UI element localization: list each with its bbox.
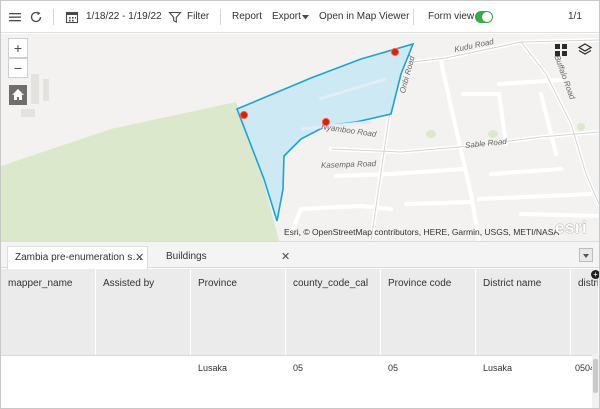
row-divider <box>1 355 599 356</box>
menu-icon[interactable] <box>7 9 23 25</box>
tab-label: Zambia pre-enumeration s… <box>15 252 143 263</box>
table-cell: 05 <box>388 363 399 373</box>
table-cell: Lusaka <box>198 363 228 373</box>
calendar-icon[interactable] <box>64 9 80 25</box>
open-in-map-viewer-button[interactable]: Open in Map Viewer <box>319 1 409 33</box>
add-column-icon[interactable]: + <box>591 270 599 279</box>
basemap-gallery-button[interactable] <box>551 40 571 60</box>
close-icon[interactable]: ✕ <box>135 247 144 269</box>
column-header[interactable]: county_code_cal <box>286 269 381 355</box>
survey-point[interactable] <box>239 110 249 120</box>
form-view-label: Form view <box>428 11 475 22</box>
report-button[interactable]: Report <box>232 1 262 33</box>
point-layer <box>239 47 400 127</box>
survey-point[interactable] <box>321 117 331 127</box>
tab-bar: Zambia pre-enumeration s… ✕ Buildings ✕ <box>1 241 599 269</box>
vertical-scrollbar[interactable] <box>592 355 599 408</box>
layers-icon <box>577 43 593 55</box>
tab-buildings[interactable]: Buildings ✕ <box>159 246 293 269</box>
toolbar: 1/18/22 - 1/19/22 Filter Report Export O… <box>1 1 599 33</box>
column-header[interactable]: distri <box>571 269 599 355</box>
tab-zambia-pre-enumeration[interactable]: Zambia pre-enumeration s… ✕ <box>7 246 148 269</box>
table-cell: Lusaka <box>483 363 513 373</box>
date-range[interactable]: 1/18/22 - 1/19/22 <box>86 1 162 33</box>
filter-icon[interactable] <box>167 9 183 25</box>
close-icon[interactable]: ✕ <box>281 246 290 268</box>
attribute-table: mapper_name Assisted by Province county_… <box>1 269 599 408</box>
export-button[interactable]: Export <box>272 1 301 33</box>
app-frame: 1/18/22 - 1/19/22 Filter Report Export O… <box>0 0 600 409</box>
chevron-down-icon <box>302 15 309 20</box>
toolbar-separator <box>413 9 414 25</box>
column-header[interactable]: mapper_name <box>1 269 96 355</box>
zoom-out-button[interactable]: − <box>8 58 28 78</box>
zoom-in-button[interactable]: + <box>8 38 28 58</box>
layer-list-button[interactable] <box>575 40 595 60</box>
grid-icon <box>555 44 567 56</box>
home-icon <box>12 89 24 100</box>
form-view-toggle[interactable] <box>475 11 493 23</box>
map-view[interactable]: Kudu Road Buffalo Road Sable Road Kasemp… <box>1 34 599 241</box>
toolbar-separator <box>220 9 221 25</box>
column-header[interactable]: Province code <box>381 269 476 355</box>
column-header[interactable]: Assisted by <box>96 269 191 355</box>
tab-label: Buildings <box>166 251 207 262</box>
survey-point[interactable] <box>390 47 400 57</box>
home-button[interactable] <box>9 85 27 105</box>
record-count: 1/1 <box>568 11 582 22</box>
toolbar-separator <box>53 9 54 25</box>
filter-button[interactable]: Filter <box>187 1 209 33</box>
table-cell: 05 <box>293 363 304 373</box>
refresh-icon[interactable] <box>28 9 44 25</box>
map-attribution: Esri, © OpenStreetMap contributors, HERE… <box>284 227 560 237</box>
tab-menu-button[interactable] <box>579 248 593 262</box>
esri-logo: esri <box>555 218 588 237</box>
column-header[interactable]: Province <box>191 269 286 355</box>
column-header[interactable]: District name <box>476 269 571 355</box>
